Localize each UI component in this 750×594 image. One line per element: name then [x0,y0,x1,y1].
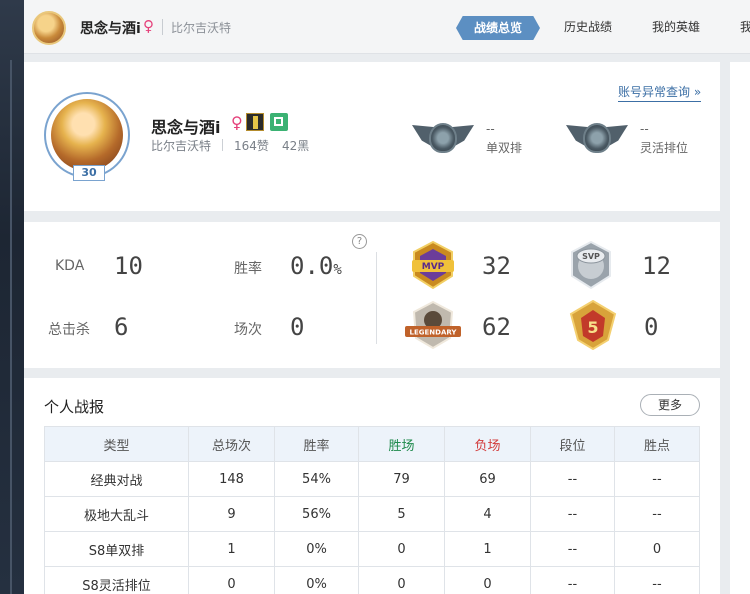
edge-bar [10,60,12,594]
cell: 0% [274,566,359,594]
svp-count: 12 [642,252,671,280]
cell: -- [530,531,615,567]
profile-avatar[interactable]: 30 [44,92,130,181]
penta-count: 0 [644,313,659,341]
right-panel-edge [730,62,750,594]
meta-divider [222,139,223,151]
kills-label: 总击杀 [48,322,90,338]
cell: -- [614,461,700,497]
svg-text:5: 5 [587,318,598,337]
solo-rank-emblem-icon [412,119,474,161]
cell: -- [614,566,700,594]
legendary-medal-icon: LEGENDARY [405,300,461,350]
female-icon: ♀ [231,113,243,132]
winrate-value: 0.0% [290,252,342,280]
level-badge: 30 [73,165,105,181]
stats-card: KDA 10 胜率 0.0% ? 总击杀 6 场次 0 MVP 32 SVP 1… [24,222,720,368]
likes-count: 164赞 [234,139,269,153]
cell: 1 [444,531,531,567]
header-avatar[interactable] [32,11,66,45]
cell: 56% [274,496,359,532]
cell: -- [530,566,615,594]
cell: 0 [358,566,445,594]
cell: 0 [444,566,531,594]
header-divider [162,19,163,35]
header-server: 比尔吉沃特 [171,21,232,35]
table-row: S8单双排 1 0% 0 1 -- 0 [44,531,700,567]
cell: 极地大乱斗 [44,496,189,532]
flex-rank-label: 灵活排位 [640,141,689,155]
svg-text:LEGENDARY: LEGENDARY [410,329,458,337]
cell: S8单双排 [44,531,189,567]
cell: -- [530,496,615,532]
blacks-count: 42黑 [282,139,310,153]
background-edge [0,0,24,594]
games-label: 场次 [234,322,262,338]
col-losses: 负场 [444,426,531,462]
cell: 4 [444,496,531,532]
copy-icon[interactable] [270,113,288,131]
cell: 79 [358,461,445,497]
col-lp: 胜点 [614,426,700,462]
report-title: 个人战报 [44,398,105,416]
cell: 0 [188,566,275,594]
tab-overview[interactable]: 战绩总览 [456,16,540,40]
report-table: 类型 总场次 胜率 胜场 负场 段位 胜点 经典对战 148 54% 79 69… [44,426,700,594]
flex-rank-value: -- [640,122,649,136]
tab-my-heroes[interactable]: 我的英雄 [652,18,700,35]
personal-report-card: 个人战报 更多 类型 总场次 胜率 胜场 负场 段位 胜点 经典对战 148 5… [24,378,720,594]
table-row: 经典对战 148 54% 79 69 -- -- [44,461,700,497]
table-row: S8灵活排位 0 0% 0 0 -- -- [44,566,700,594]
cell: 0% [274,531,359,567]
tab-history[interactable]: 历史战绩 [564,18,612,35]
penta-kill-medal-icon: 5 [569,300,617,350]
cell: 9 [188,496,275,532]
kills-value: 6 [114,313,129,341]
profile-name: 思念与酒i [151,118,221,137]
profile-card: 30 思念与酒i ♀ 比尔吉沃特 164赞 42黑 账号异常查询 » -- 单双… [24,62,720,211]
svp-medal-icon: SVP [571,240,611,290]
header-player-name: 思念与酒i [80,21,141,37]
cell: -- [530,461,615,497]
cell: 经典对战 [44,461,189,497]
female-icon: ♀ [143,17,154,35]
legendary-count: 62 [482,313,511,341]
profile-server: 比尔吉沃特 [151,139,212,153]
svg-text:MVP: MVP [422,262,445,272]
col-type: 类型 [44,426,189,462]
table-header-row: 类型 总场次 胜率 胜场 负场 段位 胜点 [44,426,700,462]
cell: S8灵活排位 [44,566,189,594]
table-row: 极地大乱斗 9 56% 5 4 -- -- [44,496,700,532]
kda-label: KDA [55,258,85,274]
col-winrate: 胜率 [274,426,359,462]
cell: 54% [274,461,359,497]
col-wins: 胜场 [358,426,445,462]
top-bar: 思念与酒i ♀ 比尔吉沃特 战绩总览 历史战绩 我的英雄 我 [24,0,750,54]
cell: 5 [358,496,445,532]
mvp-count: 32 [482,252,511,280]
tab-me[interactable]: 我 [740,18,750,35]
help-icon[interactable]: ? [352,234,367,249]
cell: 148 [188,461,275,497]
col-tier: 段位 [530,426,615,462]
winrate-label: 胜率 [234,261,262,277]
games-value: 0 [290,313,305,341]
mvp-medal-icon: MVP [412,240,454,290]
svg-text:SVP: SVP [582,252,600,261]
avatar-image [51,99,123,171]
solo-rank-value: -- [486,122,495,136]
cell: 0 [614,531,700,567]
cell: 1 [188,531,275,567]
solo-rank-label: 单双排 [486,141,523,155]
flex-rank-emblem-icon [566,119,628,161]
honor-icon[interactable] [246,113,264,131]
more-button[interactable]: 更多 [640,394,700,416]
kda-value: 10 [114,252,143,280]
stats-divider [376,252,377,344]
cell: 0 [358,531,445,567]
col-total: 总场次 [188,426,275,462]
cell: 69 [444,461,531,497]
abnormal-account-link[interactable]: 账号异常查询 » [618,83,702,102]
cell: -- [614,496,700,532]
